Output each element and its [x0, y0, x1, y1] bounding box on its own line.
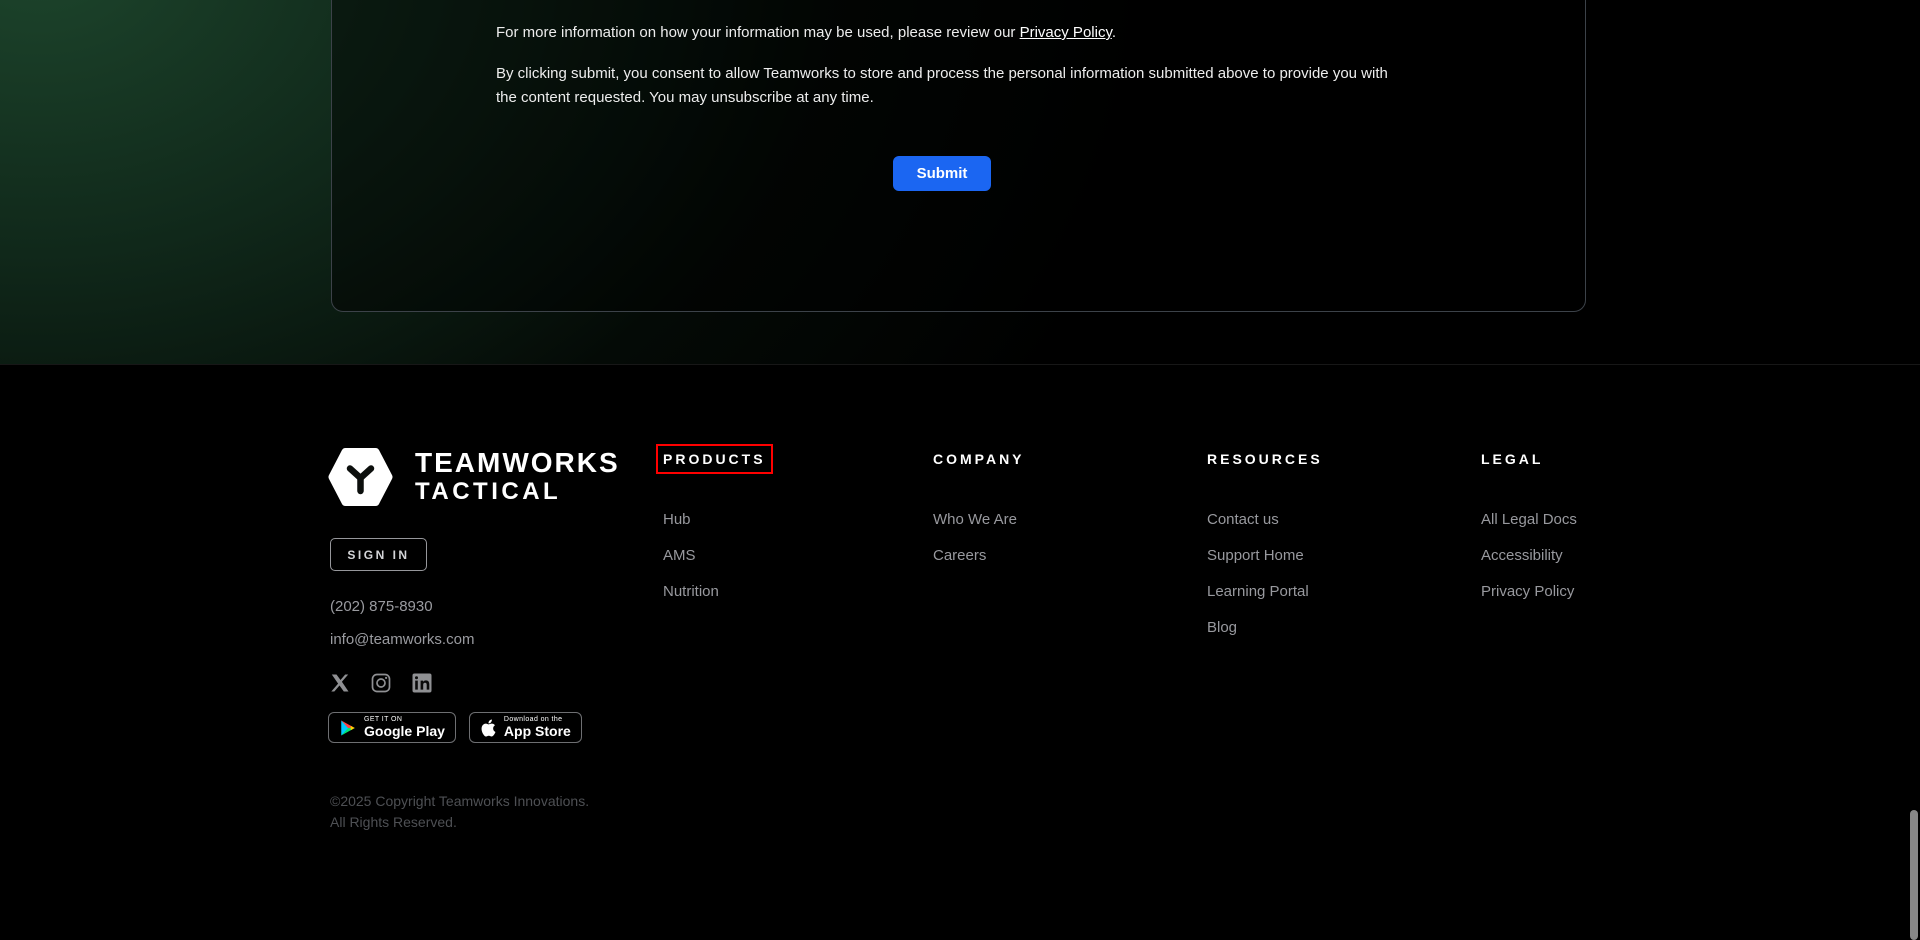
brand-line-1: TEAMWORKS	[415, 447, 620, 478]
app-badges: GET IT ON Google Play Download on the Ap…	[328, 712, 582, 743]
contact-form-card: I agree to receive other communications …	[331, 0, 1586, 312]
footer-column-links: Who We Are Careers	[933, 512, 1153, 563]
footer-column-links: All Legal Docs Accessibility Privacy Polic…	[1481, 512, 1701, 599]
submit-row: Submit	[496, 156, 1388, 191]
brand-wordmark: TEAMWORKS TACTICAL	[415, 448, 620, 506]
consent-text: By clicking submit, you consent to allow…	[496, 65, 1388, 106]
communications-optin-label: I agree to receive other communications …	[522, 0, 915, 1]
footer-column-resources: RESOURCES Contact us Support Home Learning …	[1207, 451, 1427, 635]
footer-link-blog[interactable]: Blog	[1207, 620, 1427, 635]
footer-column-title-company[interactable]: COMPANY	[933, 451, 1025, 467]
privacy-info-text: For more information on how your informa…	[496, 24, 1117, 41]
google-play-icon	[341, 720, 355, 735]
vertical-scrollbar-thumb[interactable]	[1910, 810, 1918, 940]
privacy-policy-link[interactable]: Privacy Policy	[1020, 24, 1112, 41]
copyright-line-2: All Rights Reserved.	[330, 814, 457, 830]
x-twitter-icon[interactable]	[330, 673, 350, 693]
footer-link-careers[interactable]: Careers	[933, 548, 1153, 563]
footer-link-learning-portal[interactable]: Learning Portal	[1207, 584, 1427, 599]
phone-link[interactable]: (202) 875-8930	[330, 598, 433, 615]
communications-optin-row: I agree to receive other communications …	[496, 0, 1388, 5]
sign-in-button[interactable]: SIGN IN	[330, 538, 427, 571]
brand-line-2: TACTICAL	[415, 478, 562, 505]
footer-link-hub[interactable]: Hub	[663, 512, 883, 527]
footer-column-products: PRODUCTS Hub AMS Nutrition	[656, 444, 883, 599]
footer-column-title-resources[interactable]: RESOURCES	[1207, 451, 1323, 467]
footer-column-title-products[interactable]: PRODUCTS	[656, 444, 773, 474]
footer-link-accessibility[interactable]: Accessibility	[1481, 548, 1701, 563]
footer-column-legal: LEGAL All Legal Docs Accessibility Privacy …	[1481, 451, 1701, 599]
footer-column-links: Hub AMS Nutrition	[663, 512, 883, 599]
app-store-label: App Store	[503, 723, 571, 739]
footer-column-links: Contact us Support Home Learning Portal Blo…	[1207, 512, 1427, 635]
apple-icon	[481, 719, 496, 737]
instagram-icon[interactable]	[371, 673, 391, 693]
app-store-badge[interactable]: Download on the App Store	[468, 712, 582, 743]
brand-logo[interactable]: TEAMWORKS TACTICAL	[328, 445, 620, 509]
footer-link-nutrition[interactable]: Nutrition	[663, 584, 883, 599]
google-play-badge[interactable]: GET IT ON Google Play	[328, 712, 456, 743]
email-link[interactable]: info@teamworks.com	[330, 631, 474, 648]
form-content: I agree to receive other communications …	[496, 0, 1388, 191]
google-play-label: Google Play	[364, 723, 445, 739]
copyright-text: ©2025 Copyright Teamworks Innovations. A…	[330, 791, 589, 833]
teamworks-hexagon-icon	[328, 448, 393, 506]
social-links	[330, 673, 432, 693]
footer-link-who-we-are[interactable]: Who We Are	[933, 512, 1153, 527]
submit-button[interactable]: Submit	[892, 156, 992, 191]
linkedin-icon[interactable]	[412, 673, 432, 693]
footer-link-all-legal-docs[interactable]: All Legal Docs	[1481, 512, 1701, 527]
footer-link-contact-us[interactable]: Contact us	[1207, 512, 1427, 527]
page-background: I agree to receive other communications …	[0, 0, 1920, 364]
required-asterisk: *	[909, 0, 915, 1]
footer-column-company: COMPANY Who We Are Careers	[933, 451, 1153, 563]
copyright-line-1: ©2025 Copyright Teamworks Innovations.	[330, 793, 590, 809]
footer-link-support-home[interactable]: Support Home	[1207, 548, 1427, 563]
footer-column-title-legal[interactable]: LEGAL	[1481, 451, 1543, 467]
footer-link-ams[interactable]: AMS	[663, 548, 883, 563]
site-footer: TEAMWORKS TACTICAL SIGN IN (202) 875-893…	[0, 364, 1920, 916]
footer-link-privacy-policy[interactable]: Privacy Policy	[1481, 584, 1701, 599]
